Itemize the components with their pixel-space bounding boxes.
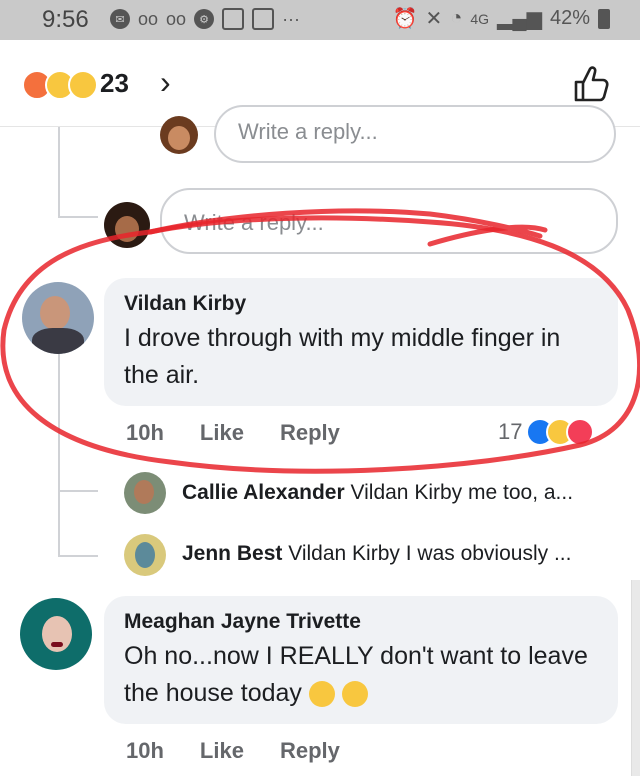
thread-line <box>58 490 98 492</box>
battery-icon <box>598 8 610 29</box>
gallery-icon <box>252 8 275 30</box>
reaction-count: 17 <box>498 419 523 444</box>
messenger-icon: ✉ <box>110 9 130 29</box>
reply-item: Callie Alexander Vildan Kirby me too, a.… <box>182 481 573 505</box>
pleading-emoji-icon <box>341 681 368 708</box>
love-reaction-icon <box>566 418 595 446</box>
reply-item: Jenn Best Vildan Kirby I was obviously .… <box>182 542 571 566</box>
reply-input[interactable]: Write a reply... <box>214 105 616 163</box>
thread-line <box>58 127 60 217</box>
battery-level: 42% <box>549 7 590 29</box>
app-icon <box>222 8 245 30</box>
reply-button[interactable]: Reply <box>280 738 340 764</box>
chevron-right-icon[interactable]: › <box>160 64 171 101</box>
thread-line <box>58 555 98 557</box>
avatar <box>104 202 150 248</box>
voicemail-icon: ᴏᴏ <box>138 8 159 29</box>
comment-text: Oh no...now I REALLY don't want to leave… <box>124 642 588 708</box>
avatar[interactable] <box>124 534 166 576</box>
signal-icon: ▂▄▆ <box>497 8 542 30</box>
status-bar: 9:56 ✉ ᴏᴏ ᴏᴏ ⚙ ··· ⏰ ✕ ◔ 4G ▂▄▆ 42% <box>0 0 640 40</box>
unamused-emoji-icon <box>308 681 335 708</box>
reply-input[interactable]: Write a reply... <box>160 188 618 254</box>
wifi-icon: ◔ <box>450 7 463 29</box>
reply-input-placeholder: Write a reply... <box>184 210 324 235</box>
scrollbar[interactable] <box>631 580 640 776</box>
reply-author[interactable]: Jenn Best <box>182 542 282 565</box>
comment-actions: 10h Like Reply <box>126 738 340 764</box>
comment-actions: 10h Like Reply <box>126 420 340 446</box>
comment-reactions[interactable]: 17 <box>498 418 595 446</box>
reply-author[interactable]: Callie Alexander <box>182 481 345 504</box>
reply-button[interactable]: Reply <box>280 420 340 446</box>
network-label: 4G <box>470 10 490 27</box>
more-icon: ··· <box>282 8 301 29</box>
thread-line <box>58 352 60 557</box>
comment-time[interactable]: 10h <box>126 738 164 764</box>
reply-input-placeholder: Write a reply... <box>238 119 378 144</box>
avatar <box>160 116 198 154</box>
alarm-icon: ⏰ <box>392 8 418 30</box>
comment-text: I drove through with my middle finger in… <box>124 324 561 389</box>
avatar[interactable] <box>124 472 166 514</box>
sad-emoji-icon <box>68 70 98 100</box>
mute-icon: ✕ <box>425 8 443 30</box>
like-button[interactable]: Like <box>200 738 244 764</box>
thread-line <box>58 216 98 218</box>
reaction-count[interactable]: 23 <box>100 68 129 99</box>
reply-text: Vildan Kirby I was obviously ... <box>288 542 572 565</box>
comment-author[interactable]: Vildan Kirby <box>124 292 598 316</box>
comment-time[interactable]: 10h <box>126 420 164 446</box>
like-button[interactable]: Like <box>200 420 244 446</box>
settings-icon: ⚙ <box>194 9 215 29</box>
avatar[interactable] <box>22 282 94 354</box>
status-time: 9:56 <box>42 6 89 33</box>
like-button-icon[interactable] <box>572 64 610 109</box>
voicemail-icon-2: ᴏᴏ <box>166 8 187 29</box>
comment-author[interactable]: Meaghan Jayne Trivette <box>124 610 598 634</box>
comment-bubble: Meaghan Jayne Trivette Oh no...now I REA… <box>104 596 618 724</box>
reply-text: Vildan Kirby me too, a... <box>350 481 574 504</box>
avatar[interactable] <box>20 598 92 670</box>
comment-bubble: Vildan Kirby I drove through with my mid… <box>104 278 618 406</box>
